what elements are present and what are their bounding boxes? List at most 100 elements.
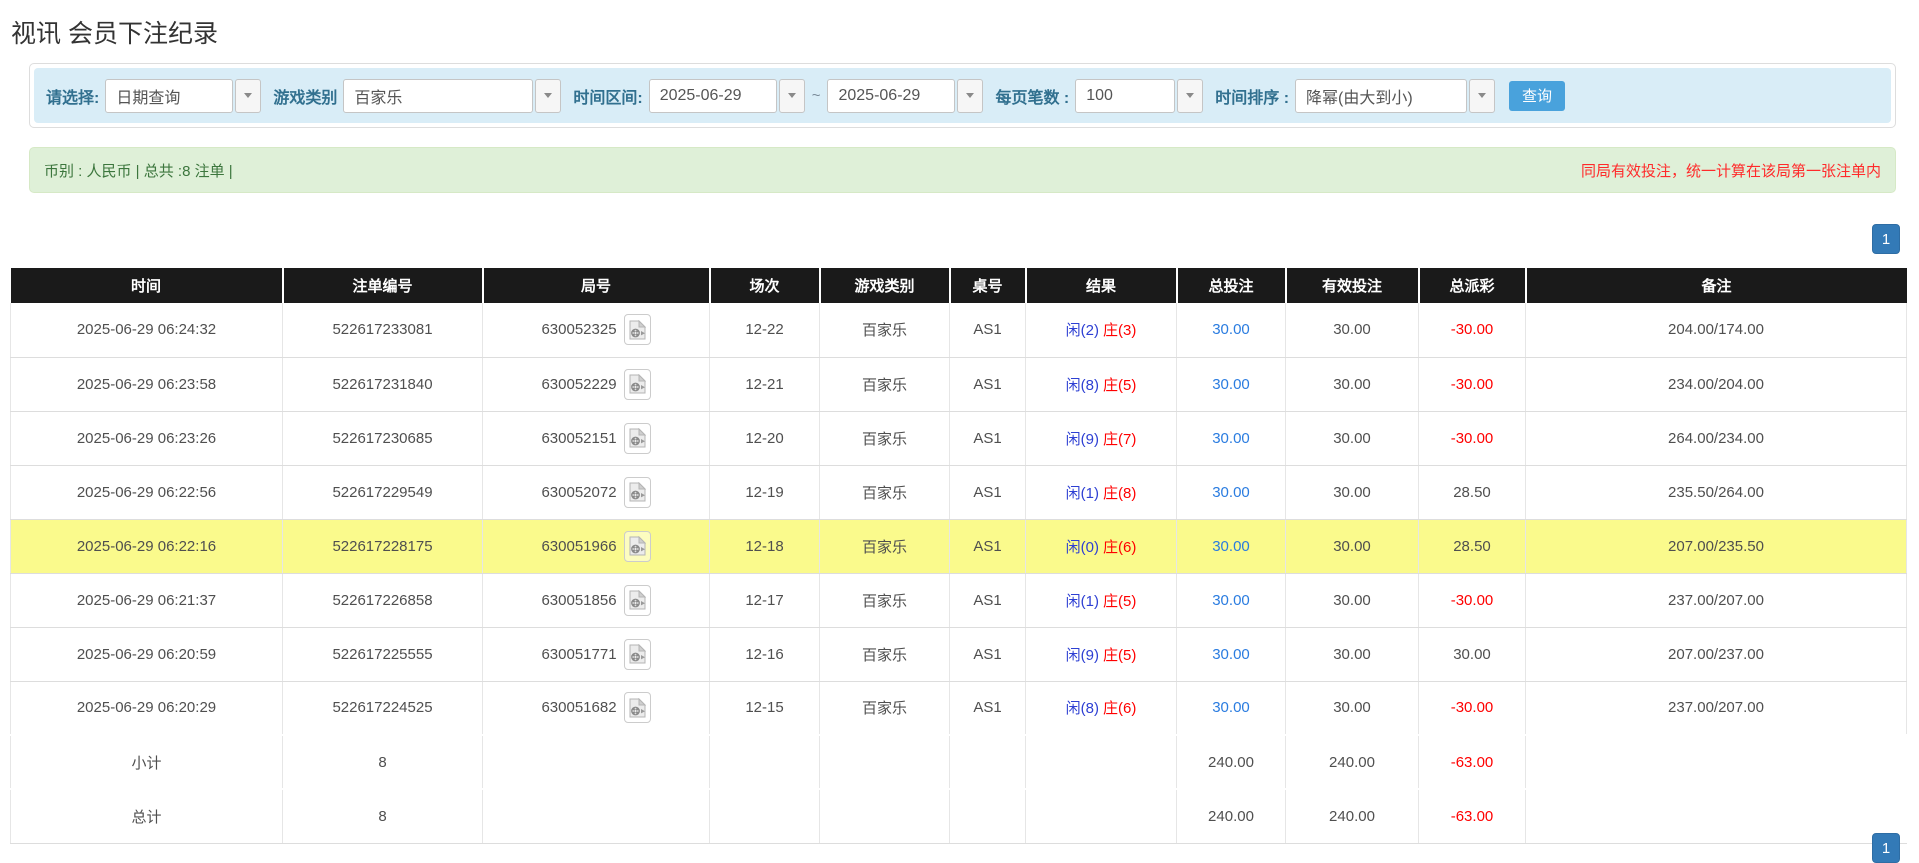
round-number-group: 630052072 <box>484 476 708 508</box>
game-category-cell: 百家乐 <box>819 573 950 628</box>
session: 12-15 <box>745 699 784 717</box>
total-bet-link[interactable]: 30.00 <box>1212 646 1250 663</box>
pagination-page-1-bottom[interactable]: 1 <box>1872 833 1900 863</box>
bet-number: 522617224525 <box>332 699 433 717</box>
note-cell: 237.00/207.00 <box>1525 681 1907 736</box>
pagination-page-1-top[interactable]: 1 <box>1872 224 1900 254</box>
result-player: 闲(8) <box>1065 700 1099 718</box>
total-bet-link[interactable]: 30.00 <box>1212 538 1250 555</box>
session-cell: 12-22 <box>709 303 820 358</box>
bet-number-cell: 522617228175 <box>282 519 483 574</box>
note-cell: 237.00/207.00 <box>1525 573 1907 628</box>
payout: -30.00 <box>1450 699 1494 717</box>
footer-empty-cell <box>1025 788 1177 844</box>
total-bet-cell: 30.00 <box>1176 681 1286 736</box>
result-cell: 闲(8) 庄(6) <box>1025 681 1177 736</box>
table-row: 2025-06-29 06:23:58 522617231840 630052229… <box>10 357 1907 412</box>
result-player: 闲(1) <box>1065 592 1099 610</box>
note: 204.00/174.00 <box>1668 321 1764 339</box>
chevron-down-icon[interactable] <box>1469 78 1496 113</box>
payout-cell: -30.00 <box>1418 303 1526 358</box>
valid-bet-cell: 30.00 <box>1285 357 1419 412</box>
column-header-table-number: 桌号 <box>949 268 1027 303</box>
chevron-down-icon[interactable] <box>778 78 805 113</box>
game-category: 百家乐 <box>861 592 907 610</box>
video-playback-icon[interactable] <box>623 422 651 454</box>
round-number: 630052325 <box>541 321 617 339</box>
query-type-select[interactable]: 日期查询 <box>105 78 262 113</box>
result-cell: 闲(2) 庄(3) <box>1025 303 1177 358</box>
bet-number-cell: 522617224525 <box>282 681 483 736</box>
session: 12-18 <box>745 537 784 555</box>
valid-bet: 30.00 <box>1333 429 1371 447</box>
bet-number: 522617225555 <box>332 645 433 663</box>
footer-label-cell: 小计 <box>10 734 283 790</box>
table-number-cell: AS1 <box>949 465 1026 520</box>
note-cell: 207.00/235.50 <box>1525 519 1907 574</box>
payout-cell: 30.00 <box>1418 627 1526 682</box>
note: 234.00/204.00 <box>1668 375 1764 393</box>
round-number: 630051856 <box>541 591 617 609</box>
session-cell: 12-18 <box>709 519 820 574</box>
column-header-game-category: 游戏类别 <box>819 268 951 303</box>
total-bet-cell: 30.00 <box>1176 519 1286 574</box>
video-playback-icon[interactable] <box>623 530 651 562</box>
game-category-value: 百家乐 <box>343 78 534 113</box>
result-cell: 闲(0) 庄(6) <box>1025 519 1177 574</box>
video-playback-icon[interactable] <box>623 692 651 724</box>
total-bet-link[interactable]: 30.00 <box>1212 484 1250 501</box>
result-banker: 庄(8) <box>1103 484 1137 502</box>
valid-bet: 30.00 <box>1333 699 1371 717</box>
round-number: 630051682 <box>541 699 617 717</box>
total-bet-link[interactable]: 30.00 <box>1212 430 1250 447</box>
video-playback-icon[interactable] <box>623 368 651 400</box>
round-number: 630052229 <box>541 375 617 393</box>
game-category: 百家乐 <box>861 538 907 556</box>
total-row: 总计 8 240.00 240.00 -63.00 <box>10 788 1907 844</box>
total-bet-link[interactable]: 30.00 <box>1212 699 1250 716</box>
table-number-cell: AS1 <box>949 357 1026 412</box>
page-size-select[interactable]: 100 <box>1075 78 1204 113</box>
video-playback-icon[interactable] <box>623 584 651 616</box>
total-bet-cell: 30.00 <box>1176 573 1286 628</box>
table-number: AS1 <box>973 429 1002 447</box>
game-category-select[interactable]: 百家乐 <box>343 78 562 113</box>
bet-time: 2025-06-29 06:21:37 <box>76 591 217 609</box>
result-banker: 庄(5) <box>1103 592 1137 610</box>
payout-cell: -30.00 <box>1418 573 1526 628</box>
round-number-cell: 630051771 <box>482 627 710 682</box>
total-bet-link[interactable]: 30.00 <box>1212 592 1250 609</box>
table-number-cell: AS1 <box>949 573 1026 628</box>
chevron-down-icon[interactable] <box>957 78 984 113</box>
bet-number-cell: 522617229549 <box>282 465 483 520</box>
chevron-down-icon[interactable] <box>235 78 262 113</box>
total-bet-link[interactable]: 30.00 <box>1212 376 1250 393</box>
table-number: AS1 <box>973 591 1002 609</box>
total-bet-link[interactable]: 30.00 <box>1212 321 1250 338</box>
table-header-row: 时间 注单编号 局号 场次 游戏类别 桌号 结果 总投注 有效投注 总派彩 备注 <box>10 268 1907 303</box>
result-banker: 庄(3) <box>1103 322 1137 340</box>
date-from-select[interactable]: 2025-06-29 <box>648 78 805 113</box>
video-playback-icon[interactable] <box>623 314 651 346</box>
note-cell: 235.50/264.00 <box>1525 465 1907 520</box>
session-cell: 12-15 <box>709 681 820 736</box>
bet-time-cell: 2025-06-29 06:22:56 <box>10 465 283 520</box>
time-sort-select[interactable]: 降幂(由大到小) <box>1295 78 1496 113</box>
valid-bet-cell: 30.00 <box>1285 681 1419 736</box>
video-playback-icon[interactable] <box>623 476 651 508</box>
video-playback-icon[interactable] <box>623 638 651 670</box>
date-to-select[interactable]: 2025-06-29 <box>827 78 984 113</box>
footer-total-bet-cell: 240.00 <box>1176 788 1286 844</box>
game-category: 百家乐 <box>861 646 907 664</box>
chevron-down-icon[interactable] <box>1177 78 1204 113</box>
footer-valid-bet-cell: 240.00 <box>1285 788 1419 844</box>
round-number-cell: 630052325 <box>482 303 710 358</box>
footer-bet-count-cell: 8 <box>282 788 483 844</box>
search-button[interactable]: 查询 <box>1509 80 1566 111</box>
chevron-down-icon[interactable] <box>535 78 562 113</box>
note: 237.00/207.00 <box>1668 591 1764 609</box>
footer-empty-cell <box>819 734 950 790</box>
round-number-group: 630052151 <box>484 422 708 454</box>
result-player: 闲(1) <box>1065 484 1099 502</box>
footer-bet-count: 8 <box>378 753 387 771</box>
